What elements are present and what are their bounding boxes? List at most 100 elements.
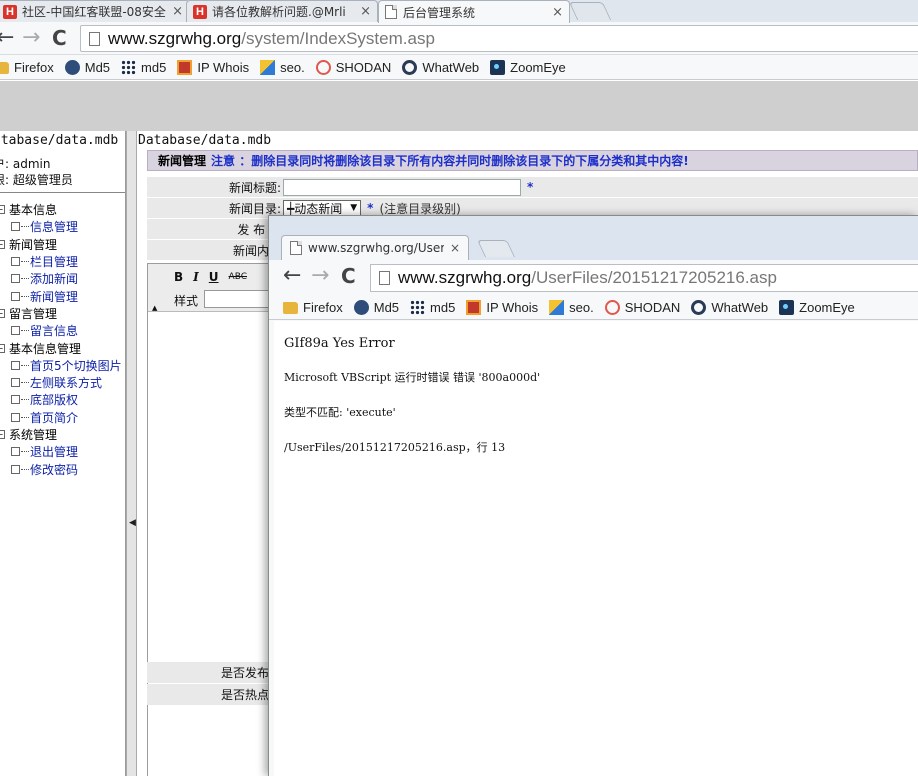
category-value: ┿动态新闻	[287, 201, 343, 216]
tree-label: 左侧联系方式	[30, 376, 103, 391]
bookmark-md5[interactable]: md5	[410, 299, 456, 315]
bookmark-md5[interactable]: md5	[121, 59, 167, 75]
bookmark-label: Md5	[373, 299, 400, 315]
new-tab-button[interactable]	[568, 2, 612, 20]
required-mark: *	[367, 201, 374, 215]
tree-group-basic-info[interactable]: −基本信息	[0, 201, 122, 218]
close-icon[interactable]: ×	[360, 4, 371, 19]
grid-icon	[410, 299, 426, 315]
forward-arrow-icon[interactable]: →	[311, 264, 329, 288]
popup-tab[interactable]: www.szgrwhg.org/UserF ×	[281, 235, 469, 260]
bookmark-seo[interactable]: seo.	[549, 299, 594, 315]
underline-button[interactable]: U	[209, 270, 219, 284]
close-icon[interactable]: ×	[172, 4, 183, 19]
tree-label: 底部版权	[30, 393, 79, 408]
bookmark-seo[interactable]: seo.	[260, 59, 305, 75]
bookmark-shodan[interactable]: SHODAN	[604, 299, 680, 315]
category-select[interactable]: ┿动态新闻 ▼	[283, 199, 362, 217]
tree-leaf-icon	[11, 326, 20, 336]
category-label: 新闻目录:	[228, 201, 281, 216]
error-location-text: /UserFiles/20151217205216.asp，行 13	[284, 441, 506, 454]
popup-bookmarks-bar: Firefox Md5 md5 IP Whois seo. SHODAN Wha…	[269, 295, 918, 320]
tree-item-copyright[interactable]: 底部版权	[0, 391, 122, 408]
tree-group-messages[interactable]: −留言管理	[0, 305, 122, 322]
bookmark-md5-site[interactable]: Md5	[353, 299, 400, 315]
bookmark-firefox[interactable]: Firefox	[283, 300, 343, 315]
bookmark-firefox[interactable]: Firefox	[0, 60, 54, 75]
publish-label: 是否发布	[221, 666, 270, 680]
back-arrow-icon[interactable]: ←	[0, 26, 14, 50]
tree-label: 基本信息管理	[9, 341, 82, 356]
admin-header-bar	[0, 81, 918, 131]
reload-icon[interactable]: C	[341, 264, 356, 288]
tree-item-add-news[interactable]: 添加新闻	[0, 270, 122, 287]
content-label: 新闻内容	[232, 243, 281, 258]
close-icon[interactable]: ×	[552, 5, 563, 20]
tree-item-change-password[interactable]: 修改密码	[0, 460, 122, 477]
bookmark-ip-whois[interactable]: IP Whois	[177, 59, 249, 75]
news-title-input[interactable]	[283, 178, 521, 196]
url-host: www.szgrwhg.org	[108, 28, 242, 48]
md5-icon	[64, 59, 80, 75]
collapse-box-icon[interactable]: −	[0, 308, 5, 318]
strikethrough-button[interactable]: ABC	[229, 272, 247, 284]
tree-group-news[interactable]: −新闻管理	[0, 236, 122, 253]
tree-item-intro[interactable]: 首页简介	[0, 409, 122, 426]
tree-leaf-icon	[11, 360, 20, 370]
tree-item-column-manage[interactable]: 栏目管理	[0, 253, 122, 270]
reload-icon[interactable]: C	[52, 26, 67, 50]
collapse-arrow-icon[interactable]: ◀	[129, 518, 136, 528]
forward-arrow-icon[interactable]: →	[22, 26, 40, 50]
collapse-box-icon[interactable]: −	[0, 239, 5, 249]
back-arrow-icon[interactable]: ←	[283, 264, 301, 288]
tree-item-logout[interactable]: 退出管理	[0, 443, 122, 460]
tab-admin-system[interactable]: 后台管理系统 ×	[378, 0, 570, 23]
tree-connector	[21, 364, 29, 366]
bookmark-whatweb[interactable]: WhatWeb	[402, 59, 479, 75]
bookmark-label: Md5	[84, 59, 111, 75]
bold-button[interactable]: B	[174, 270, 183, 284]
tree-item-news-manage[interactable]: 新闻管理	[0, 287, 122, 304]
italic-button[interactable]: I	[193, 270, 199, 284]
collapse-box-icon[interactable]: −	[0, 430, 5, 439]
grid-icon	[121, 59, 137, 75]
admin-sidebar: atabase/data.mdb 户: admin 限: 超级管理员 −基本信息…	[0, 131, 126, 776]
dropdown-arrow-icon: ▼	[350, 203, 358, 213]
tree-item-message-info[interactable]: 留言信息	[0, 322, 122, 339]
tree-leaf-icon	[11, 395, 20, 405]
publisher-label: 发 布 者	[237, 222, 281, 237]
tree-item-contact[interactable]: 左侧联系方式	[0, 374, 122, 391]
bookmark-label: ZoomEye	[510, 59, 566, 75]
bookmark-label: md5	[430, 299, 456, 315]
close-icon[interactable]: ×	[450, 241, 460, 255]
bookmark-whatweb[interactable]: WhatWeb	[691, 299, 768, 315]
tree-item-slideshow[interactable]: 首页5个切换图片	[0, 357, 122, 374]
gif-header-text: GIf89a Yes Error	[284, 336, 395, 351]
tab-parse-question[interactable]: H 请各位教解析问题.@Mrli ×	[186, 0, 378, 22]
tree-label: 留言管理	[9, 306, 58, 321]
expand-triangle-icon[interactable]: ▲	[152, 304, 157, 312]
tree-connector	[21, 451, 29, 453]
hot-label: 是否热点	[221, 688, 270, 702]
tree-label: 基本信息	[9, 203, 58, 218]
sidebar-splitter[interactable]: ◀	[126, 131, 137, 776]
tree-label: 留言信息	[30, 324, 79, 339]
role-info: 限: 超级管理员	[0, 173, 73, 187]
collapse-box-icon[interactable]: −	[0, 343, 5, 353]
tree-item-info-manage[interactable]: 信息管理	[0, 218, 122, 235]
address-bar[interactable]: www.szgrwhg.org/system/IndexSystem.asp	[80, 25, 918, 52]
bookmark-shodan[interactable]: SHODAN	[315, 59, 391, 75]
new-tab-button[interactable]	[477, 240, 515, 257]
bookmark-label: md5	[141, 59, 167, 75]
tree-group-basic-info-manage[interactable]: −基本信息管理	[0, 339, 122, 356]
page-icon	[290, 241, 302, 255]
popup-address-bar[interactable]: www.szgrwhg.org/UserFiles/20151217205216…	[370, 264, 918, 292]
bookmark-zoomeye[interactable]: ZoomEye	[490, 59, 566, 75]
bookmark-md5-site[interactable]: Md5	[64, 59, 111, 75]
tree-group-system[interactable]: −系统管理	[0, 426, 122, 443]
tree-label: 修改密码	[30, 462, 79, 477]
tab-hongke-community[interactable]: H 社区-中国红客联盟-08安全 ×	[0, 0, 190, 22]
bookmark-ip-whois[interactable]: IP Whois	[466, 299, 538, 315]
bookmark-zoomeye[interactable]: ZoomEye	[779, 299, 855, 315]
collapse-box-icon[interactable]: −	[0, 205, 5, 215]
